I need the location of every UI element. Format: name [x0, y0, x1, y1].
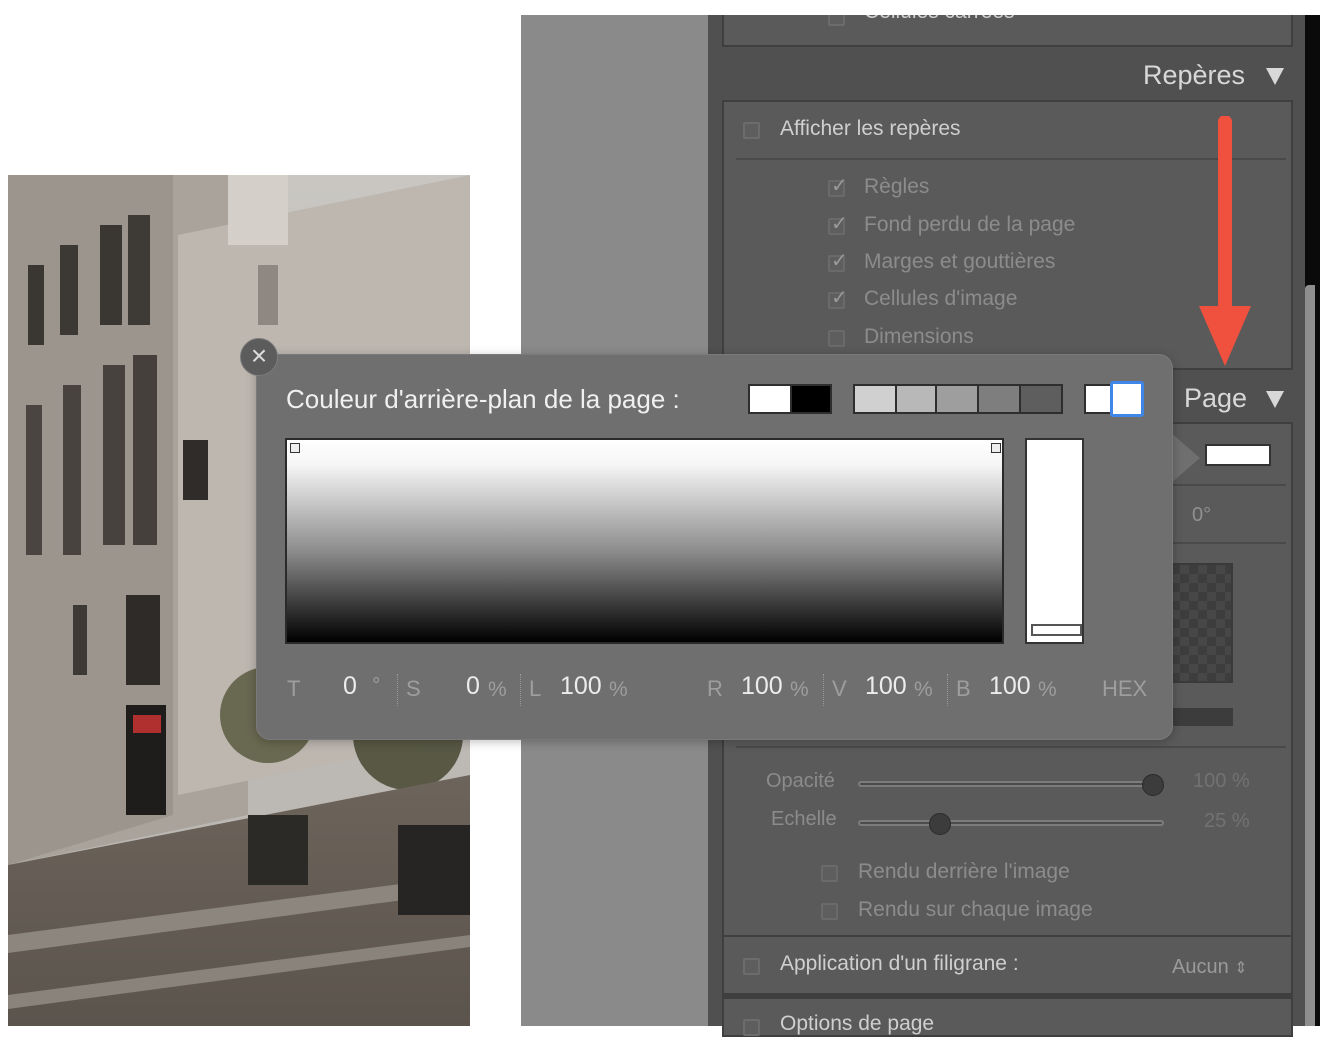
field-r-label: R	[707, 676, 723, 701]
field-s-value[interactable]: 0	[466, 672, 480, 701]
marges-label: Marges et gouttières	[864, 250, 1056, 273]
watermark-value: Aucun	[1172, 956, 1229, 978]
cellules-image-checkbox[interactable]: ✓	[828, 288, 848, 309]
field-r-value[interactable]: 100	[741, 672, 783, 701]
options-page-checkbox[interactable]	[743, 1019, 760, 1036]
opacite-unit: %	[1231, 770, 1250, 792]
field-t-label: T	[287, 676, 301, 701]
field-separator	[947, 674, 948, 706]
swatch-current-selected[interactable]	[1110, 381, 1144, 417]
page-header[interactable]: Page	[1184, 383, 1247, 414]
opacite-value: 100 %	[1193, 770, 1250, 793]
field-b-value[interactable]: 100	[989, 672, 1031, 701]
opacite-label: Opacité	[766, 770, 835, 792]
updown-icon: ⇕	[1234, 960, 1248, 977]
regles-label: Règles	[864, 175, 930, 198]
field-v-value[interactable]: 100	[865, 672, 907, 701]
swatch-gray-3[interactable]	[937, 386, 977, 412]
swatch-previous[interactable]	[1086, 386, 1112, 412]
lightness-handle[interactable]	[1031, 624, 1082, 636]
watermark-checkbox[interactable]	[743, 958, 760, 975]
check-icon: ✓	[831, 287, 848, 309]
field-r-unit: %	[790, 678, 809, 701]
opacite-number: 100	[1193, 770, 1227, 792]
field-separator	[520, 674, 521, 706]
swatch-black[interactable]	[792, 386, 830, 412]
check-icon: ✓	[831, 213, 848, 235]
field-t-value[interactable]: 0	[343, 672, 357, 701]
opacite-slider-track[interactable]	[858, 781, 1164, 787]
fond-perdu-checkbox[interactable]: ✓	[828, 214, 848, 235]
field-s-label: S	[406, 676, 421, 701]
check-icon: ✓	[831, 175, 848, 197]
hex-toggle[interactable]: HEX	[1102, 676, 1147, 702]
check-icon: ✓	[831, 250, 848, 272]
swatch-white[interactable]	[750, 386, 790, 412]
field-separator	[823, 674, 824, 706]
watermark-select[interactable]: Aucun ⇕	[1172, 956, 1248, 979]
lightness-bar[interactable]	[1025, 438, 1084, 644]
page-separator-3	[736, 746, 1286, 748]
echelle-label: Echelle	[771, 808, 837, 830]
swatch-gray-2[interactable]	[897, 386, 935, 412]
echelle-value: 25 %	[1204, 810, 1250, 833]
dimensions-label: Dimensions	[864, 325, 974, 348]
popup-title: Couleur d'arrière-plan de la page :	[286, 384, 680, 414]
options-page-label: Options de page	[780, 1012, 935, 1035]
fond-perdu-label: Fond perdu de la page	[864, 213, 1076, 236]
regles-checkbox[interactable]: ✓	[828, 176, 848, 197]
swatch-gray-5[interactable]	[1021, 386, 1061, 412]
afficher-reperes-label: Afficher les repères	[780, 117, 961, 140]
reperes-collapse-icon[interactable]	[1266, 68, 1284, 85]
rendu-derriere-label: Rendu derrière l'image	[858, 860, 1070, 883]
field-b-label: B	[956, 676, 971, 701]
angle-value: 0°	[1192, 504, 1212, 526]
echelle-slider-thumb[interactable]	[929, 813, 951, 835]
field-handle-left[interactable]	[290, 443, 300, 453]
marges-checkbox[interactable]: ✓	[828, 251, 848, 272]
rendu-chaque-checkbox[interactable]	[821, 903, 838, 920]
echelle-unit: %	[1231, 810, 1250, 832]
panel-scrollbar[interactable]	[1305, 285, 1315, 1026]
dimensions-checkbox[interactable]	[828, 330, 845, 347]
page-collapse-icon[interactable]	[1266, 391, 1284, 408]
field-t-unit: °	[372, 674, 381, 697]
swatch-gray-1[interactable]	[855, 386, 895, 412]
field-s-unit: %	[488, 678, 507, 701]
reperes-header[interactable]: Repères	[1143, 60, 1245, 91]
watermark-label: Application d'un filigrane :	[780, 952, 1019, 975]
field-l-unit: %	[609, 678, 628, 701]
saturation-lightness-field[interactable]	[285, 438, 1004, 644]
field-v-unit: %	[914, 678, 933, 701]
rendu-derriere-checkbox[interactable]	[821, 865, 838, 882]
field-b-unit: %	[1038, 678, 1057, 701]
top-clip	[708, 0, 1305, 15]
popup-pointer	[1170, 432, 1200, 484]
page-background-color-swatch[interactable]	[1205, 444, 1271, 466]
afficher-reperes-checkbox[interactable]	[743, 122, 760, 139]
echelle-number: 25	[1204, 810, 1227, 832]
rendu-chaque-label: Rendu sur chaque image	[858, 898, 1093, 921]
field-v-label: V	[832, 676, 847, 701]
swatch-gray-4[interactable]	[979, 386, 1019, 412]
opacite-slider-thumb[interactable]	[1142, 774, 1164, 796]
red-arrow-annotation	[1199, 116, 1251, 366]
field-handle-right[interactable]	[991, 443, 1001, 453]
close-icon[interactable]: ×	[240, 338, 278, 376]
field-l-value[interactable]: 100	[560, 672, 602, 701]
field-l-label: L	[529, 676, 542, 701]
cellules-image-label: Cellules d'image	[864, 287, 1018, 310]
field-separator	[397, 674, 398, 706]
echelle-slider-track[interactable]	[858, 820, 1164, 826]
